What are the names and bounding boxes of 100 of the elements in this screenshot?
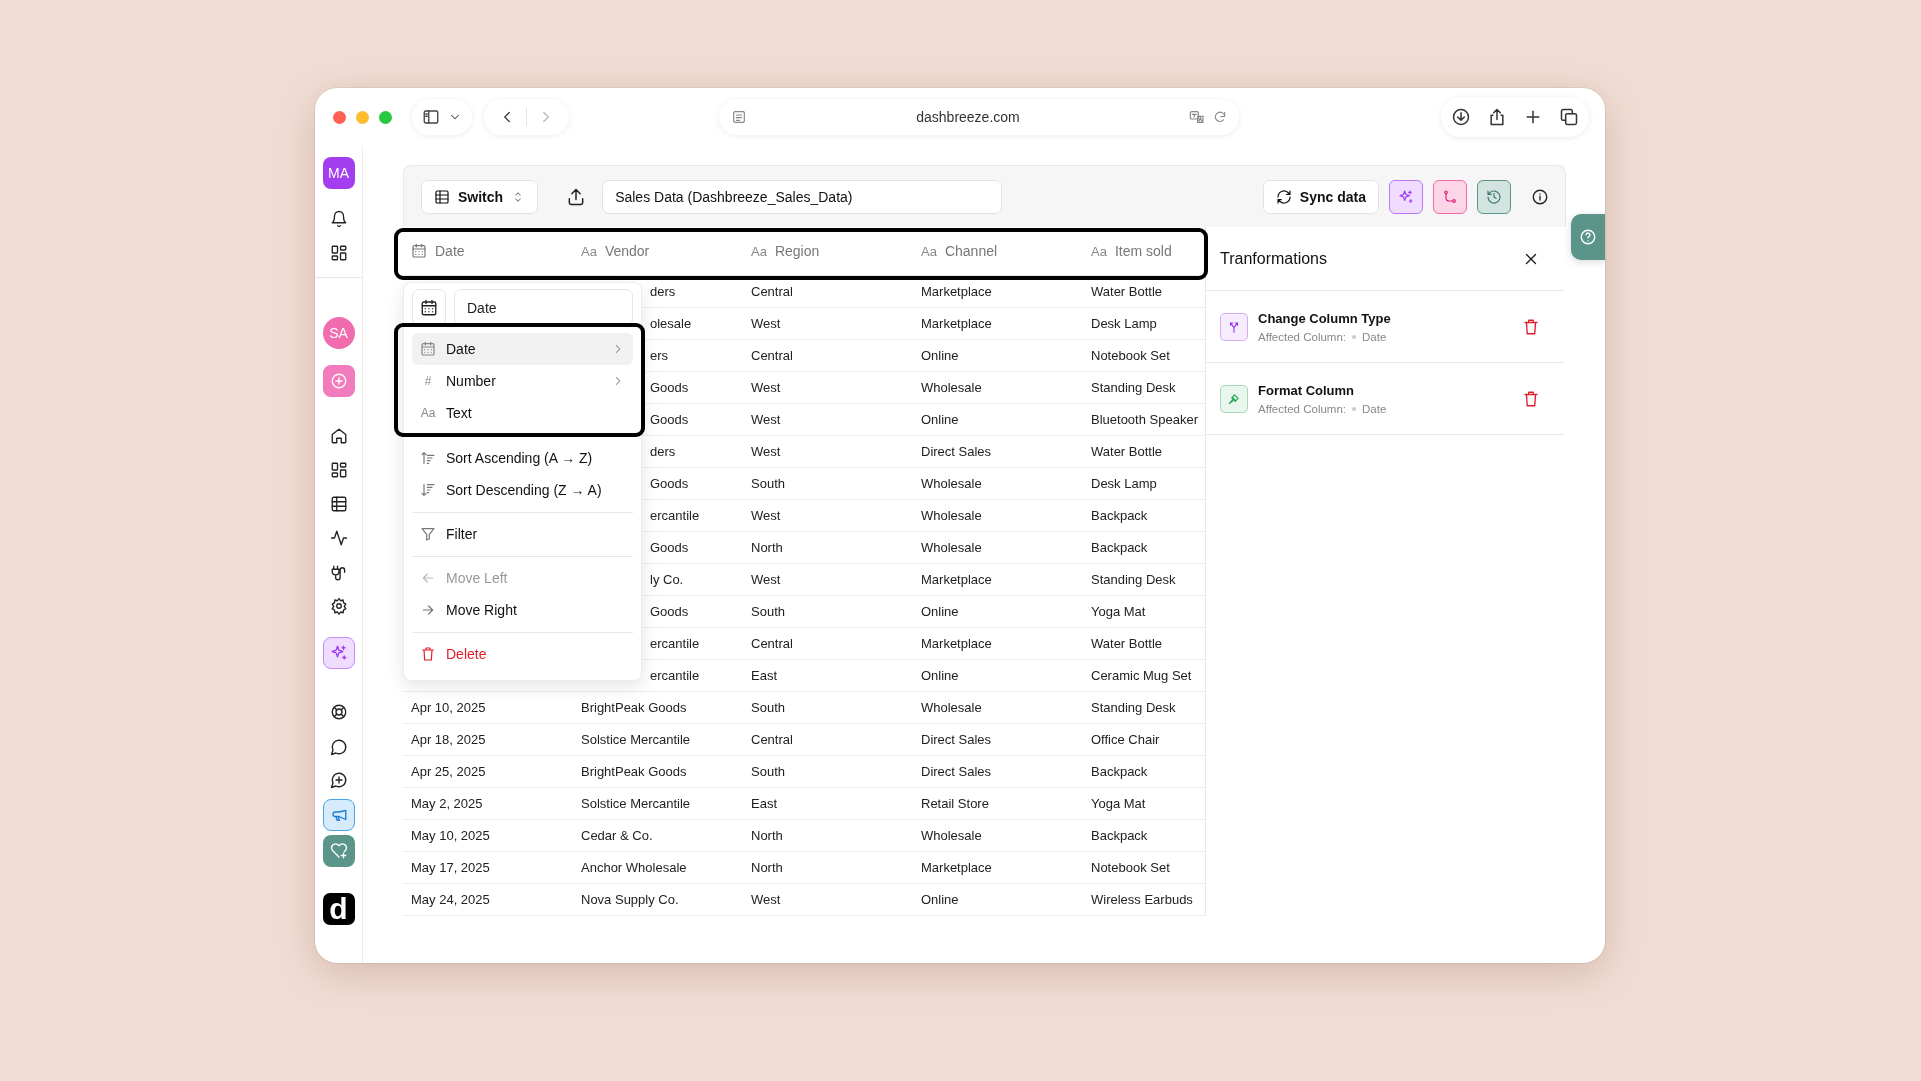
table-cell-text: West xyxy=(750,411,782,429)
help-button[interactable] xyxy=(1571,214,1605,260)
table-cell-text: Yoga Mat xyxy=(1090,603,1147,621)
table-cell-text: Marketplace xyxy=(920,859,993,877)
address-bar[interactable]: dashbreeze.com xyxy=(719,99,1239,135)
home-icon[interactable] xyxy=(329,427,348,445)
table-cell-text: Backpack xyxy=(1090,827,1149,845)
table-cell: Goods xyxy=(650,380,689,395)
column-header[interactable]: Aa Channel xyxy=(913,227,1083,275)
menu-item[interactable]: Sort Ascending (A → Z) xyxy=(412,442,633,474)
refresh-icon xyxy=(1275,188,1292,205)
table-cell-text: West xyxy=(750,443,782,461)
grid-icon[interactable] xyxy=(329,461,348,479)
table-cell-text: Notebook Set xyxy=(1090,347,1171,365)
dataset-name-field[interactable]: Sales Data (Dashbreeze_Sales_Data) xyxy=(602,179,1003,214)
table-cell-text: Central xyxy=(750,347,794,365)
table-cell-text: Wholesale xyxy=(920,475,983,493)
trash-icon[interactable] xyxy=(1522,389,1540,408)
switch-button[interactable]: Switch xyxy=(421,179,539,214)
sparkle-icon xyxy=(329,644,348,662)
tabs-overview-icon[interactable] xyxy=(1559,107,1579,127)
download-icon[interactable] xyxy=(1451,107,1471,127)
table-cell-text: Desk Lamp xyxy=(1090,315,1158,333)
table-cell-text: South xyxy=(750,475,786,493)
lifebuoy-icon[interactable] xyxy=(329,703,348,721)
table-cell: Goods xyxy=(650,476,689,491)
table-cell-text: Direct Sales xyxy=(920,763,993,781)
branch-button[interactable] xyxy=(1433,179,1467,214)
table-cell: Goods xyxy=(650,604,689,619)
menu-item[interactable]: Filter xyxy=(412,518,633,550)
menu-item[interactable]: Delete xyxy=(412,638,633,670)
info-icon[interactable] xyxy=(1531,187,1549,206)
column-header[interactable]: Date xyxy=(403,227,573,275)
table-cell-text: Central xyxy=(750,283,794,301)
table-cell-text: Marketplace xyxy=(920,635,993,653)
table-cell-text: Notebook Set xyxy=(1090,859,1171,877)
heart-button[interactable] xyxy=(322,835,355,867)
share-icon[interactable] xyxy=(1487,107,1507,127)
app-logo[interactable]: d xyxy=(322,893,355,925)
reload-icon[interactable] xyxy=(1213,110,1227,124)
table-cell-text: Apr 10, 2025 xyxy=(410,699,487,717)
column-header[interactable]: Aa Item sold xyxy=(1083,227,1205,275)
table-cell-text: North xyxy=(750,539,784,557)
table-cell-text: BrightPeak Goods xyxy=(580,699,688,717)
plug-icon[interactable] xyxy=(329,564,348,582)
table-cell-text: BrightPeak Goods xyxy=(580,763,688,781)
table-cell-text: Nova Supply Co. xyxy=(580,891,680,909)
table-cell-text: West xyxy=(750,315,782,333)
table-cell-text: Wholesale xyxy=(920,507,983,525)
user-avatar[interactable]: MA xyxy=(322,157,355,189)
chat-icon[interactable] xyxy=(329,738,348,756)
table-cell-text: Online xyxy=(920,891,960,909)
table-cell-text: Apr 25, 2025 xyxy=(410,763,487,781)
table-icon xyxy=(434,188,450,205)
help-icon xyxy=(1579,228,1597,246)
settings-icon[interactable] xyxy=(329,597,348,615)
table-cell: ercantile xyxy=(650,668,700,683)
table-cell-text: Standing Desk xyxy=(1090,571,1177,589)
window-close-button[interactable] xyxy=(333,110,346,124)
sparkle-button[interactable] xyxy=(1389,179,1423,214)
column-header[interactable]: Aa Region xyxy=(743,227,913,275)
pulse-icon[interactable] xyxy=(329,529,348,547)
table-cell: Goods xyxy=(650,540,689,555)
menu-item[interactable]: Sort Descending (Z → A) xyxy=(412,474,633,506)
table-icon[interactable] xyxy=(329,495,348,513)
bullet-icon xyxy=(1352,406,1356,411)
panel-title: Tranformations xyxy=(1220,249,1327,268)
trash-icon[interactable] xyxy=(1522,317,1540,336)
arrow-left-icon xyxy=(420,570,436,586)
branch-icon xyxy=(1442,188,1458,205)
sparkle-button[interactable] xyxy=(322,637,355,669)
megaphone-button[interactable] xyxy=(322,799,355,831)
calendar-icon xyxy=(420,341,436,357)
transformation-title: Change Column Type xyxy=(1258,310,1392,326)
table-cell-text: Backpack xyxy=(1090,539,1149,557)
table-cell-text: May 17, 2025 xyxy=(410,859,491,877)
table-cell-text: Central xyxy=(750,635,794,653)
table-cell-text: May 2, 2025 xyxy=(410,795,484,813)
history-button[interactable] xyxy=(1477,179,1511,214)
chat-plus-icon[interactable] xyxy=(329,771,348,789)
table-cell: ercantile xyxy=(650,508,700,523)
column-header[interactable]: Aa Vendor xyxy=(573,227,743,275)
menu-item[interactable]: Move Right xyxy=(412,594,633,626)
table-cell-text: Online xyxy=(920,347,960,365)
table-cell-text: West xyxy=(750,571,782,589)
table-cell: Goods xyxy=(650,412,689,427)
translate-icon[interactable] xyxy=(1189,109,1205,125)
table-cell-text: Anchor Wholesale xyxy=(580,859,688,877)
sync-data-button[interactable]: Sync data xyxy=(1262,179,1379,214)
bell-icon[interactable] xyxy=(329,210,348,228)
sort-ascending-icon xyxy=(420,450,436,466)
table-cell-text: Yoga Mat xyxy=(1090,795,1147,813)
table-cell-text: Backpack xyxy=(1090,763,1149,781)
sparkle-icon xyxy=(1398,188,1414,205)
type-option[interactable]: Aa Text xyxy=(412,397,633,429)
reader-icon[interactable] xyxy=(731,109,747,125)
type-option[interactable]: Date xyxy=(412,333,633,365)
table-cell-text: Wholesale xyxy=(920,699,983,717)
grid-icon[interactable] xyxy=(329,244,348,262)
type-option[interactable]: # Number xyxy=(412,365,633,397)
